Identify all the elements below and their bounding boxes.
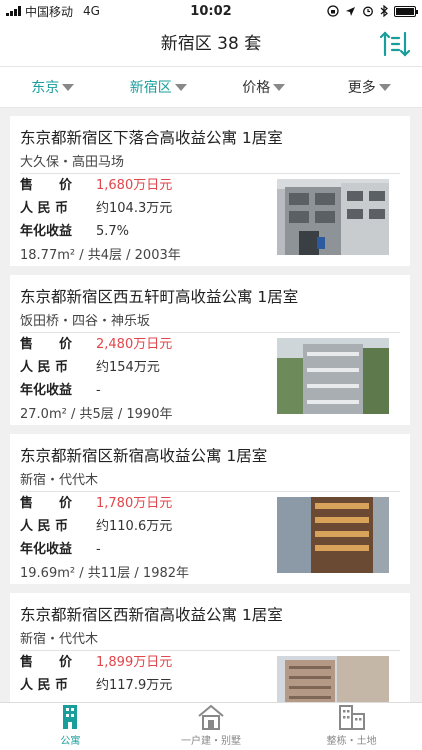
rmb-value: 约117.9万元 — [96, 678, 173, 693]
price-label: 售 价 — [20, 337, 73, 352]
listing-title: 东京都新宿区西五轩町高收益公寓 1居室 — [20, 288, 299, 306]
divider — [20, 650, 400, 651]
page-title: 新宿区 38 套 — [160, 34, 262, 54]
house-icon — [198, 704, 224, 730]
battery-icon — [394, 5, 418, 17]
filter-city-label: 东京 — [31, 80, 60, 96]
divider — [20, 332, 400, 333]
chevron-down-icon — [378, 83, 391, 91]
yield-value: 5.7% — [96, 224, 130, 239]
filter-price[interactable]: 价格 — [211, 67, 317, 107]
filter-more[interactable]: 更多 — [317, 67, 422, 107]
listing-card[interactable]: 东京都新宿区下落合高收益公寓 1居室 大久保・高田马场 售 价 1,680万日元… — [10, 116, 410, 266]
rmb-row: 人 民 币 约117.9万元 — [20, 676, 172, 696]
price-label: 售 价 — [20, 178, 73, 193]
tab-apartment[interactable]: 公寓 — [0, 703, 141, 750]
listing-meta: 18.77m² / 共4层 / 2003年 — [20, 248, 181, 263]
filter-bar: 东京 新宿区 价格 更多 — [0, 66, 422, 108]
price-value: 1,899万日元 — [96, 655, 173, 670]
tab-building[interactable]: 整栋・土地 — [281, 703, 422, 750]
listing-photo — [277, 497, 389, 573]
listing-card[interactable]: 东京都新宿区西新宿高收益公寓 1居室 新宿・代代木 售 价 1,899万日元 人… — [10, 593, 410, 702]
chevron-down-icon — [273, 83, 286, 91]
yield-label: 年化收益 — [20, 383, 73, 398]
bluetooth-icon — [380, 5, 388, 17]
listing-meta: 27.0m² / 共5层 / 1990年 — [20, 407, 173, 422]
divider — [20, 173, 400, 174]
rmb-value: 约110.6万元 — [96, 519, 173, 534]
yield-label: 年化收益 — [20, 542, 73, 557]
rmb-label: 人 民 币 — [20, 678, 69, 693]
yield-label: 年化收益 — [20, 224, 73, 239]
chevron-down-icon — [62, 83, 75, 91]
filter-city[interactable]: 东京 — [0, 67, 106, 107]
yield-row: 年化收益 - — [20, 540, 101, 560]
sort-button[interactable] — [379, 30, 411, 58]
tab-house-label: 一户建・别墅 — [181, 736, 241, 747]
nav-bar: 新宿区 38 套 — [0, 22, 422, 66]
tab-bar: 公寓 一户建・别墅 整栋・土地 — [0, 702, 422, 750]
price-value: 1,680万日元 — [96, 178, 173, 193]
filter-more-label: 更多 — [347, 80, 376, 96]
listing-meta: 19.69m² / 共11层 / 1982年 — [20, 566, 190, 581]
listing-area: 大久保・高田马场 — [20, 155, 125, 170]
filter-price-label: 价格 — [242, 80, 271, 96]
tab-apartment-label: 公寓 — [60, 736, 81, 747]
listing-photo — [277, 179, 389, 255]
listing-area: 新宿・代代木 — [20, 473, 99, 488]
listing-list[interactable]: 东京都新宿区下落合高收益公寓 1居室 大久保・高田马场 售 价 1,680万日元… — [0, 116, 422, 702]
tab-building-label: 整栋・土地 — [326, 736, 377, 747]
alarm-icon — [363, 6, 373, 17]
price-row: 售 价 1,899万日元 — [20, 653, 172, 673]
listing-title: 东京都新宿区西新宿高收益公寓 1居室 — [20, 606, 283, 624]
listing-title: 东京都新宿区下落合高收益公寓 1居室 — [20, 129, 283, 147]
building-icon — [338, 705, 365, 730]
rmb-label: 人 民 币 — [20, 360, 69, 375]
price-row: 售 价 1,680万日元 — [20, 176, 172, 196]
listing-card[interactable]: 东京都新宿区新宿高收益公寓 1居室 新宿・代代木 售 价 1,780万日元 人 … — [10, 434, 410, 584]
rmb-label: 人 民 币 — [20, 519, 69, 534]
rmb-row: 人 民 币 约110.6万元 — [20, 517, 172, 537]
orientation-lock-icon — [327, 5, 339, 17]
tab-house[interactable]: 一户建・别墅 — [141, 703, 282, 750]
rmb-row: 人 民 币 约154万元 — [20, 358, 160, 378]
price-value: 2,480万日元 — [96, 337, 173, 352]
price-row: 售 价 2,480万日元 — [20, 335, 172, 355]
rmb-label: 人 民 币 — [20, 201, 69, 216]
status-right — [327, 5, 418, 17]
divider — [20, 491, 400, 492]
filter-ward[interactable]: 新宿区 — [106, 67, 212, 107]
yield-value: - — [96, 542, 101, 557]
yield-row: 年化收益 - — [20, 381, 101, 401]
rmb-row: 人 民 币 约104.3万元 — [20, 199, 172, 219]
listing-card[interactable]: 东京都新宿区西五轩町高收益公寓 1居室 饭田桥・四谷・神乐坂 售 价 2,480… — [10, 275, 410, 425]
sort-icon — [379, 31, 411, 57]
location-icon — [346, 6, 355, 16]
yield-row: 年化收益 5.7% — [20, 222, 129, 242]
rmb-value: 约154万元 — [96, 360, 160, 375]
listing-title: 东京都新宿区新宿高收益公寓 1居室 — [20, 447, 268, 465]
listing-area: 新宿・代代木 — [20, 632, 99, 647]
price-value: 1,780万日元 — [96, 496, 173, 511]
status-bar: 中国移动 4G 10:02 — [0, 0, 422, 22]
listing-photo — [277, 338, 389, 414]
price-label: 售 价 — [20, 496, 73, 511]
listing-photo — [277, 656, 389, 702]
price-row: 售 价 1,780万日元 — [20, 494, 172, 514]
filter-ward-label: 新宿区 — [129, 80, 172, 96]
price-label: 售 价 — [20, 655, 73, 670]
rmb-value: 约104.3万元 — [96, 201, 173, 216]
yield-value: - — [96, 383, 101, 398]
listing-area: 饭田桥・四谷・神乐坂 — [20, 314, 151, 329]
apartment-icon — [63, 705, 78, 729]
chevron-down-icon — [174, 83, 187, 91]
